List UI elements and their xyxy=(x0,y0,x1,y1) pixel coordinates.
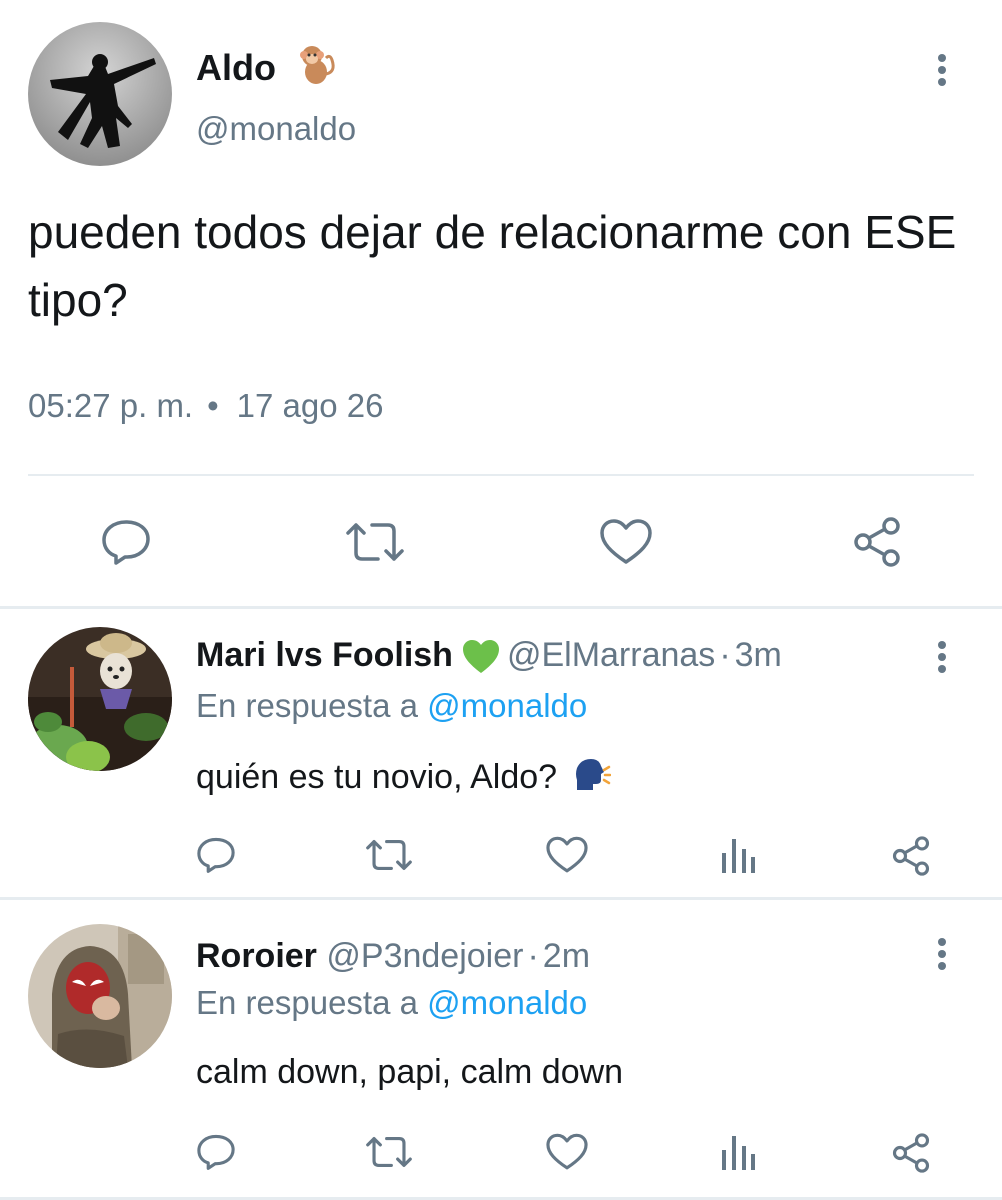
divider xyxy=(28,474,974,476)
like-icon xyxy=(546,1133,588,1170)
share-icon xyxy=(892,836,930,876)
reply-button[interactable] xyxy=(96,514,156,570)
more-options-button[interactable] xyxy=(922,48,962,92)
share-icon xyxy=(892,1133,930,1173)
reply-button[interactable] xyxy=(194,833,238,877)
mention-link[interactable]: @monaldo xyxy=(427,984,587,1021)
reply-icon xyxy=(197,837,235,873)
reply-tweet: Roroier @P3ndejoier · 2m En respuesta a @m… xyxy=(0,900,1002,1200)
reply-text: calm down, papi, calm down xyxy=(196,1053,624,1091)
avatar-silhouette-image xyxy=(28,22,172,166)
avatar-hooded-figure-image xyxy=(28,924,172,1068)
tweet-text: pueden todos dejar de relacionarme con E… xyxy=(28,206,957,326)
meta-separator: · xyxy=(719,636,731,674)
meta-separator: · xyxy=(527,937,539,975)
like-icon xyxy=(546,836,588,873)
stats-icon xyxy=(722,1136,755,1170)
avatar-dog-garden-image xyxy=(28,627,172,771)
reply-icon xyxy=(102,520,150,565)
reply-icon xyxy=(197,1134,235,1170)
more-vertical-icon xyxy=(938,54,946,86)
author-name[interactable]: Roroier xyxy=(196,937,317,975)
reply-text-row: quién es tu novio, Aldo? xyxy=(196,755,611,799)
reply-time: 3m xyxy=(734,636,782,674)
more-options-button[interactable] xyxy=(922,635,962,679)
like-icon xyxy=(600,519,652,564)
stats-icon xyxy=(722,839,755,873)
author-handle[interactable]: @P3ndejoier xyxy=(326,937,523,975)
tweet-time: 05:27 p. m. xyxy=(28,387,194,424)
author-name-row[interactable]: Aldo xyxy=(196,42,338,90)
author-handle[interactable]: @ElMarranas xyxy=(507,636,715,674)
in-reply-to: En respuesta a @monaldo xyxy=(196,982,587,1024)
reply-tweet: Mari lvs Foolish @ElMarranas · 3m En respue… xyxy=(0,609,1002,897)
meta-separator: • xyxy=(207,387,219,424)
more-vertical-icon xyxy=(938,641,946,673)
monkey-emoji-icon xyxy=(300,46,335,84)
retweet-button[interactable] xyxy=(362,1130,416,1174)
reply-time: 2m xyxy=(542,937,591,975)
green-heart-emoji-icon xyxy=(462,640,499,674)
author-name[interactable]: Aldo xyxy=(196,47,276,88)
retweet-icon xyxy=(346,523,404,561)
like-button[interactable] xyxy=(596,514,656,570)
like-button[interactable] xyxy=(544,833,590,877)
share-button[interactable] xyxy=(846,512,908,572)
avatar[interactable] xyxy=(28,924,172,1068)
reply-header: Mari lvs Foolish @ElMarranas · 3m xyxy=(196,633,782,677)
main-tweet: Aldo @monaldo pueden todos dejar de rela… xyxy=(0,0,1002,606)
retweet-icon xyxy=(366,1137,412,1167)
reply-button[interactable] xyxy=(194,1130,238,1174)
share-button[interactable] xyxy=(888,833,934,879)
reply-text: quién es tu novio, Aldo? xyxy=(196,758,558,796)
author-name[interactable]: Mari lvs Foolish xyxy=(196,636,453,674)
more-options-button[interactable] xyxy=(922,932,962,976)
in-reply-to: En respuesta a @monaldo xyxy=(196,685,587,727)
like-button[interactable] xyxy=(544,1130,590,1174)
retweet-button[interactable] xyxy=(342,514,408,570)
stats-button[interactable] xyxy=(718,1130,758,1174)
retweet-button[interactable] xyxy=(362,833,416,877)
reply-header: Roroier @P3ndejoier · 2m xyxy=(196,934,590,978)
speaking-head-emoji-icon xyxy=(575,759,611,790)
retweet-icon xyxy=(366,840,412,870)
avatar[interactable] xyxy=(28,627,172,771)
share-icon xyxy=(854,517,900,567)
more-vertical-icon xyxy=(938,938,946,970)
author-handle[interactable]: @monaldo xyxy=(196,108,356,150)
in-reply-prefix: En respuesta a xyxy=(196,687,418,724)
tweet-timestamp: 05:27 p. m. • 17 ago 26 xyxy=(28,382,383,430)
tweet-date: 17 ago 26 xyxy=(236,387,384,424)
mention-link[interactable]: @monaldo xyxy=(427,687,587,724)
avatar[interactable] xyxy=(28,22,172,166)
share-button[interactable] xyxy=(888,1130,934,1176)
stats-button[interactable] xyxy=(718,833,758,877)
in-reply-prefix: En respuesta a xyxy=(196,984,418,1021)
